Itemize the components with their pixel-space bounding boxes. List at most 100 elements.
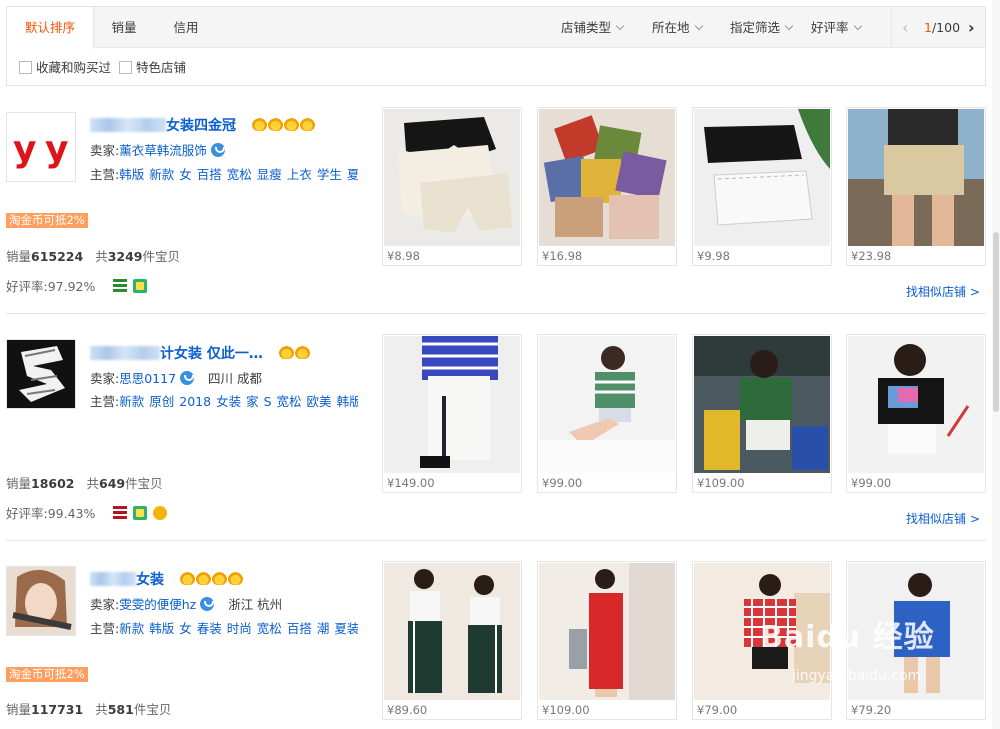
product-photo [694, 109, 830, 246]
main-business: 主营:韩版新款女百搭宽松显瘦上衣学生夏… [90, 164, 358, 183]
keyword-link[interactable]: 韩版 [337, 394, 358, 409]
keyword-link[interactable]: 女 [179, 167, 192, 182]
sort-tab-sales[interactable]: 销量 [93, 7, 155, 48]
product-photo [848, 336, 984, 473]
shop-name[interactable]: 计女装 仅此一… [90, 343, 310, 363]
product-price: ¥79.00 [697, 703, 738, 717]
keyword-link[interactable]: 百搭 [287, 621, 312, 636]
checkbox-icon[interactable] [119, 61, 132, 74]
product-photo [539, 563, 675, 700]
keyword-link[interactable]: 新款 [119, 394, 144, 409]
sales-prefix: 销量 [6, 249, 32, 264]
sort-tab-credit[interactable]: 信用 [155, 7, 217, 48]
keyword-link[interactable]: 宽松 [277, 394, 302, 409]
rating-prefix: 好评率: [6, 506, 48, 521]
keyword-link[interactable]: 宽松 [227, 167, 252, 182]
seller-link[interactable]: 思思0117 [119, 371, 176, 386]
gift-icon[interactable] [133, 279, 148, 293]
keyword-link[interactable]: 夏… [347, 167, 358, 182]
count-prefix: 共 [86, 476, 100, 491]
find-similar-link[interactable]: 找相似店铺 > [906, 283, 980, 300]
keyword-link[interactable]: 时尚 [227, 621, 252, 636]
crown-icon [179, 572, 195, 585]
product-card[interactable]: ¥8.98 [382, 107, 522, 266]
checkbox-purchased[interactable]: 收藏和购买过 [19, 60, 111, 76]
keyword-link[interactable]: 学生 [317, 167, 342, 182]
shop-name[interactable]: 女装 [90, 569, 243, 589]
checkbox-icon[interactable] [19, 61, 32, 74]
seller-link[interactable]: 雯雯的便便hz [119, 597, 196, 612]
next-page-icon[interactable]: › [968, 7, 975, 49]
prev-page-icon[interactable]: ‹ [902, 7, 908, 49]
product-image [694, 336, 830, 473]
checkbox-featured[interactable]: 特色店铺 [119, 60, 186, 76]
wangwang-icon[interactable] [210, 143, 225, 157]
product-photo [384, 336, 520, 473]
main-prefix: 主营: [90, 167, 120, 182]
sales-prefix: 销量 [6, 702, 32, 717]
filter-shop-type[interactable]: 店铺类型 [561, 7, 625, 48]
product-card[interactable]: ¥99.00 [846, 334, 986, 493]
scrollbar-thumb[interactable] [993, 232, 999, 412]
sales-prefix: 销量 [6, 476, 32, 491]
service-tag-icon[interactable] [113, 279, 128, 293]
wangwang-icon[interactable] [200, 597, 215, 611]
sort-tab-default[interactable]: 默认排序 [7, 7, 94, 49]
keyword-link[interactable]: 韩版 [149, 621, 174, 636]
find-similar-link[interactable]: 找相似店铺 > [906, 510, 980, 527]
product-image [694, 109, 830, 246]
item-count: 3249 [107, 249, 143, 264]
keyword-link[interactable]: 新款 [149, 167, 174, 182]
keyword-link[interactable]: 上衣 [287, 167, 312, 182]
product-image [848, 336, 984, 473]
main-prefix: 主营: [90, 394, 120, 409]
shop-logo[interactable] [6, 339, 76, 409]
chevron-down-icon [694, 21, 703, 31]
seller-link[interactable]: 薰衣草韩流服饰 [119, 143, 207, 158]
check-filter-row: 收藏和购买过 特色店铺 [7, 48, 985, 87]
page-scrollbar[interactable] [992, 0, 1000, 729]
service-tag-icon[interactable] [113, 506, 128, 520]
keyword-link[interactable]: 2018 [179, 394, 211, 409]
keyword-link[interactable]: 夏装 [334, 621, 358, 636]
filter-location[interactable]: 所在地 [652, 7, 703, 48]
product-card[interactable]: ¥149.00 [382, 334, 522, 493]
keyword-link[interactable]: S [264, 394, 272, 409]
product-card[interactable]: ¥16.98 [537, 107, 677, 266]
product-card[interactable]: ¥99.00 [537, 334, 677, 493]
product-card[interactable]: ¥109.00 [692, 334, 832, 493]
rating-line: 好评率:97.92% [6, 276, 148, 295]
crown-icon [251, 118, 267, 131]
coin-icon[interactable] [153, 506, 168, 520]
product-price: ¥9.98 [697, 249, 730, 263]
count-suffix: 件宝贝 [142, 249, 181, 264]
product-card[interactable]: ¥89.60 [382, 561, 522, 720]
product-price: ¥89.60 [387, 703, 428, 717]
shop-name[interactable]: 女装四金冠 [90, 115, 315, 135]
keyword-link[interactable]: 女装 [216, 394, 241, 409]
keyword-link[interactable]: 新款 [119, 621, 144, 636]
keyword-link[interactable]: 女 [179, 621, 192, 636]
wangwang-icon[interactable] [180, 371, 195, 385]
keyword-link[interactable]: 家 [246, 394, 259, 409]
gift-icon[interactable] [133, 506, 148, 520]
product-card[interactable]: ¥9.98 [692, 107, 832, 266]
product-price: ¥79.20 [851, 703, 892, 717]
crown-icon [227, 572, 243, 585]
product-card[interactable]: ¥109.00 [537, 561, 677, 720]
keyword-link[interactable]: 春装 [197, 621, 222, 636]
filter-specified[interactable]: 指定筛选 [730, 7, 794, 48]
shop-logo-image [7, 567, 75, 635]
shop-logo[interactable]: y y [6, 112, 76, 182]
product-card[interactable]: ¥23.98 [846, 107, 986, 266]
coin-discount-badge: 淘金币可抵2% [6, 667, 88, 682]
filter-rating[interactable]: 好评率 [811, 7, 862, 48]
keyword-link[interactable]: 宽松 [257, 621, 282, 636]
keyword-link[interactable]: 显瘦 [257, 167, 282, 182]
shop-logo[interactable] [6, 566, 76, 636]
keyword-link[interactable]: 百搭 [197, 167, 222, 182]
keyword-link[interactable]: 韩版 [119, 167, 144, 182]
keyword-link[interactable]: 欧美 [307, 394, 332, 409]
keyword-link[interactable]: 潮 [317, 621, 330, 636]
keyword-link[interactable]: 原创 [149, 394, 174, 409]
